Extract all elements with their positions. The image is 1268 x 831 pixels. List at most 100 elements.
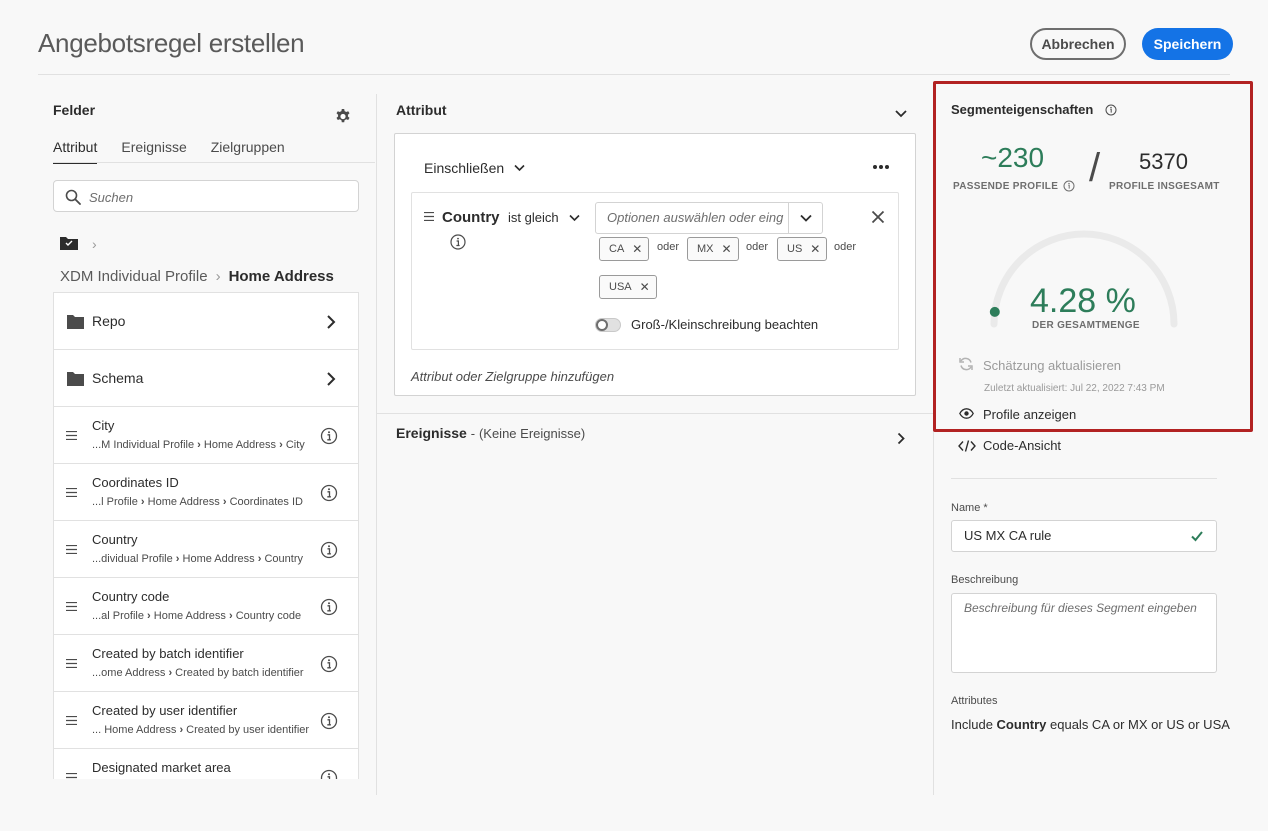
attribute-label: Coordinates ID <box>92 475 179 490</box>
search-input[interactable] <box>89 187 349 207</box>
drag-handle-icon <box>66 773 77 779</box>
include-dropdown[interactable]: Einschließen <box>424 160 525 176</box>
refresh-icon <box>959 357 973 371</box>
drag-handle-icon[interactable] <box>424 212 434 221</box>
drag-handle-icon <box>66 545 77 554</box>
chevron-right-icon <box>327 372 336 386</box>
refresh-estimate-button[interactable]: Schätzung aktualisieren <box>983 358 1121 373</box>
remove-tag-icon[interactable]: ✕ <box>810 242 820 256</box>
section-divider <box>951 478 1217 479</box>
fields-panel-title: Felder <box>53 102 96 118</box>
attribute-path: ...M Individual Profile › Home Address ›… <box>92 439 305 451</box>
code-icon <box>958 440 976 452</box>
info-icon[interactable] <box>1105 104 1117 116</box>
attribute-row-coordinates-id[interactable]: Coordinates ID ...l Profile › Home Addre… <box>53 463 359 520</box>
panel-divider <box>376 94 377 795</box>
total-profiles-value: 5370 <box>1139 149 1188 174</box>
description-input[interactable] <box>964 601 1209 667</box>
attribute-label: Designated market area <box>92 760 231 775</box>
info-icon[interactable] <box>320 598 338 616</box>
folder-label: Schema <box>92 370 144 386</box>
operator-dropdown[interactable]: ist gleich <box>508 210 580 225</box>
info-icon[interactable] <box>1063 180 1075 192</box>
info-icon[interactable] <box>320 769 338 779</box>
value-tag-usa: USA ✕ <box>599 275 657 299</box>
breadcrumb-chevron: › <box>215 268 221 285</box>
folder-root-icon[interactable] <box>60 236 78 250</box>
connector-label: oder <box>834 241 857 253</box>
name-field[interactable] <box>951 520 1217 552</box>
header-divider <box>38 74 1230 75</box>
operator-label: ist gleich <box>508 210 559 225</box>
breadcrumb-root[interactable]: XDM Individual Profile <box>60 268 208 285</box>
events-section[interactable]: Ereignisse - (Keine Ereignisse) <box>396 425 585 441</box>
breadcrumb-current: Home Address <box>228 268 334 285</box>
folder-icon <box>67 372 84 386</box>
name-label: Name * <box>951 502 988 514</box>
cancel-button[interactable]: Abbrechen <box>1030 28 1126 60</box>
combobox-toggle-button[interactable] <box>788 203 822 233</box>
attribute-label: Created by batch identifier <box>92 646 244 661</box>
info-icon[interactable] <box>320 484 338 502</box>
folder-row-repo[interactable]: Repo <box>53 292 359 349</box>
drag-handle-icon <box>66 602 77 611</box>
name-input[interactable] <box>964 528 1184 543</box>
drag-handle-icon <box>66 488 77 497</box>
chevron-down-icon <box>569 214 580 221</box>
tab-ereignisse[interactable]: Ereignisse <box>121 139 186 164</box>
gauge-marker <box>989 306 1000 317</box>
view-profiles-link[interactable]: Profile anzeigen <box>983 407 1076 422</box>
condition-field: Country <box>442 209 500 226</box>
total-profiles-caption: PROFILE INSGESAMT <box>1109 181 1220 192</box>
attribute-row-country[interactable]: Country ...dividual Profile › Home Addre… <box>53 520 359 577</box>
description-field[interactable] <box>951 593 1217 673</box>
code-view-link[interactable]: Code-Ansicht <box>983 438 1061 453</box>
drag-handle-icon <box>66 716 77 725</box>
breadcrumb-separator: › <box>92 236 97 252</box>
attribute-row-country-code[interactable]: Country code ...al Profile › Home Addres… <box>53 577 359 634</box>
events-label: Ereignisse <box>396 425 467 441</box>
chevron-right-icon[interactable] <box>897 432 905 445</box>
remove-tag-icon[interactable]: ✕ <box>632 242 642 256</box>
chevron-right-icon <box>327 315 336 329</box>
segment-properties-title: Segmenteigenschaften <box>951 102 1094 117</box>
chevron-down-icon[interactable] <box>894 109 908 119</box>
connector-label: oder <box>746 241 769 253</box>
checkmark-icon <box>1191 531 1203 542</box>
value-tag-ca: CA ✕ <box>599 237 650 261</box>
more-icon[interactable] <box>872 164 890 170</box>
info-icon[interactable] <box>450 234 466 250</box>
attribute-path: ...dividual Profile › Home Address › Cou… <box>92 553 303 565</box>
case-sensitive-toggle[interactable] <box>595 318 621 332</box>
tab-zielgruppen[interactable]: Zielgruppen <box>211 139 285 164</box>
matching-profiles-caption: PASSENDE PROFILE <box>953 181 1059 192</box>
remove-tag-icon[interactable]: ✕ <box>640 280 650 294</box>
tab-attribut[interactable]: Attribut <box>53 139 98 164</box>
attribute-row-created-by-user[interactable]: Created by user identifier ... Home Addr… <box>53 691 359 748</box>
separator-slash: / <box>1089 146 1101 190</box>
attribute-row-designated-market-area[interactable]: Designated market area <box>53 748 359 779</box>
value-input[interactable] <box>607 210 787 225</box>
info-icon[interactable] <box>320 712 338 730</box>
tabs-divider <box>53 162 375 163</box>
eye-icon <box>959 408 974 419</box>
folder-row-schema[interactable]: Schema <box>53 349 359 406</box>
connector-label: oder <box>657 241 680 253</box>
attribute-row-city[interactable]: City ...M Individual Profile › Home Addr… <box>53 406 359 463</box>
add-attribute-link[interactable]: Attribut oder Zielgruppe hinzufügen <box>411 369 614 384</box>
info-icon[interactable] <box>320 541 338 559</box>
search-field[interactable] <box>53 180 359 212</box>
folder-label: Repo <box>92 313 126 329</box>
attribute-path: ... Home Address › Created by user ident… <box>92 724 310 736</box>
info-icon[interactable] <box>320 427 338 445</box>
attribute-path: ...l Profile › Home Address › Coordinate… <box>92 496 303 508</box>
value-tag-us: US ✕ <box>777 237 828 261</box>
remove-tag-icon[interactable]: ✕ <box>722 242 732 256</box>
save-button[interactable]: Speichern <box>1142 28 1233 60</box>
percentage-caption: DER GESAMTMENGE <box>1032 320 1140 331</box>
gear-icon[interactable] <box>333 106 353 126</box>
value-combobox[interactable] <box>595 202 823 234</box>
attribute-row-created-by-batch[interactable]: Created by batch identifier ...ome Addre… <box>53 634 359 691</box>
info-icon[interactable] <box>320 655 338 673</box>
close-icon[interactable] <box>871 210 885 224</box>
